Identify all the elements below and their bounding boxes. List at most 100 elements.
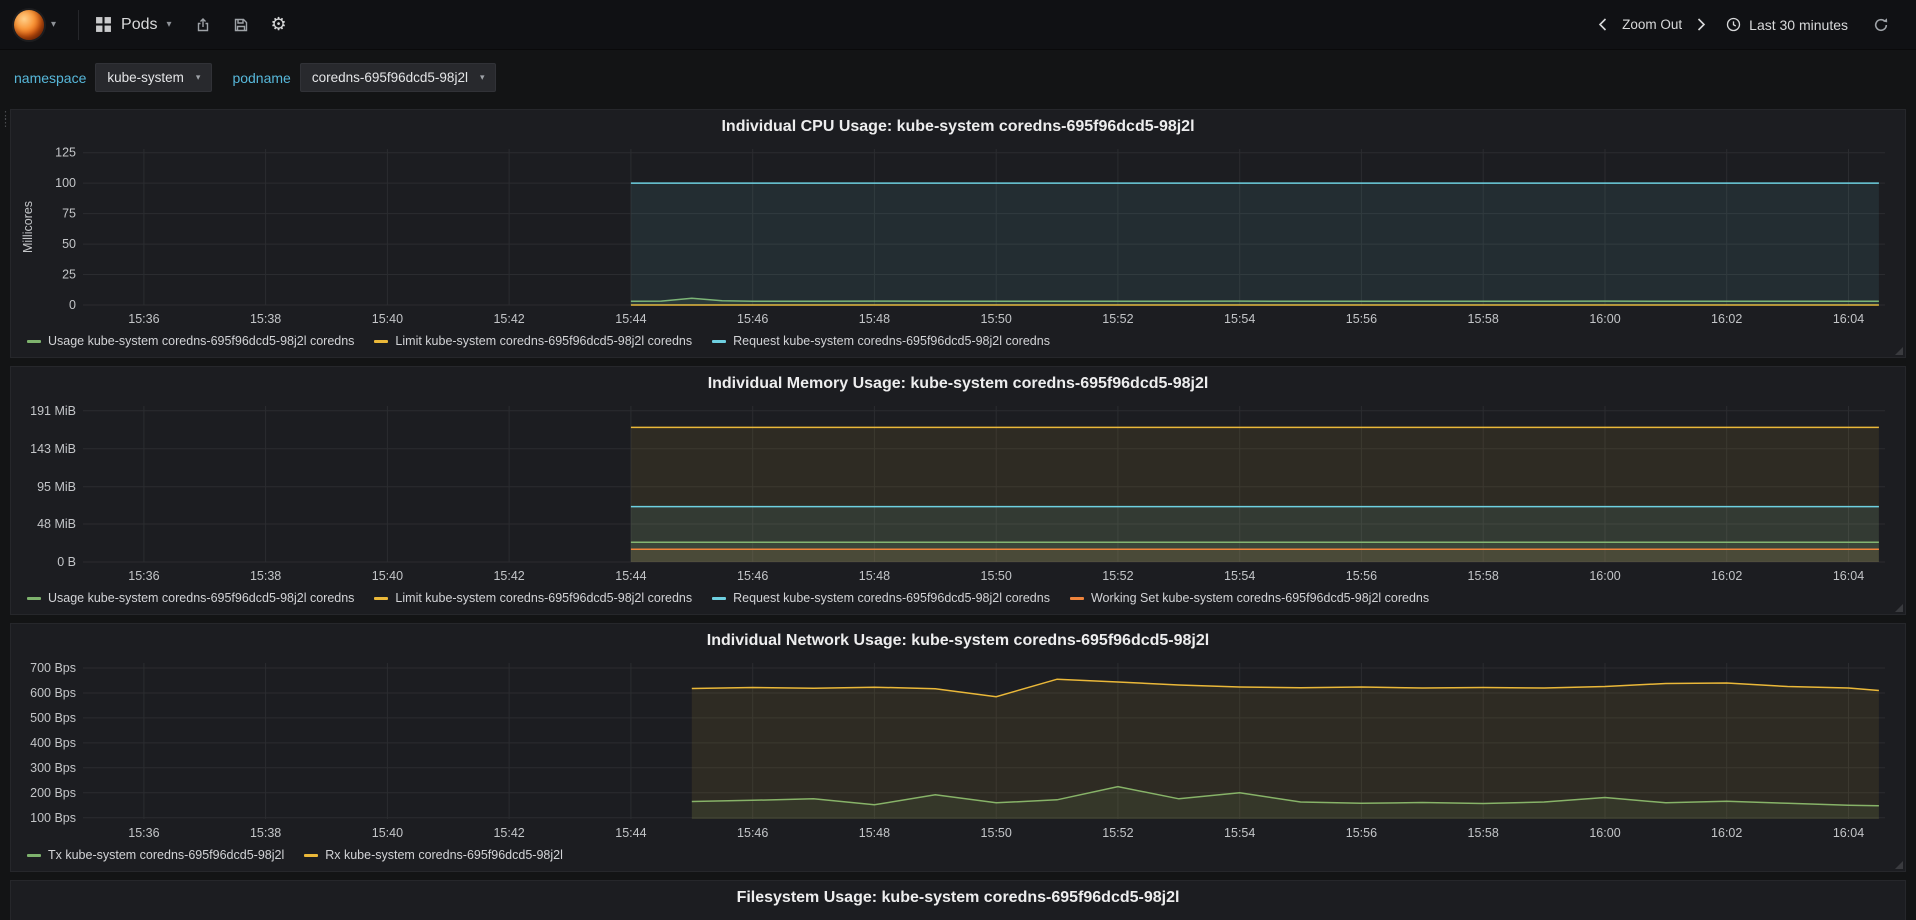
panel-cpu-usage: Individual CPU Usage: kube-system coredn…: [10, 109, 1906, 358]
svg-text:15:40: 15:40: [372, 312, 403, 326]
svg-text:15:52: 15:52: [1102, 312, 1133, 326]
legend-label: Usage kube-system coredns-695f96dcd5-98j…: [48, 591, 355, 605]
svg-text:15:48: 15:48: [859, 826, 890, 840]
time-range-label: Last 30 minutes: [1749, 16, 1848, 33]
svg-text:48 MiB: 48 MiB: [37, 517, 76, 531]
time-shift-back-button[interactable]: [1592, 18, 1613, 31]
svg-text:15:50: 15:50: [981, 569, 1012, 583]
legend-item-working-set[interactable]: Working Set kube-system coredns-695f96dc…: [1069, 591, 1430, 605]
svg-text:15:36: 15:36: [128, 312, 159, 326]
legend-item-usage[interactable]: Usage kube-system coredns-695f96dcd5-98j…: [27, 591, 354, 605]
svg-text:16:02: 16:02: [1711, 569, 1742, 583]
refresh-button[interactable]: [1862, 17, 1900, 33]
legend-item-limit[interactable]: Limit kube-system coredns-695f96dcd5-98j…: [374, 591, 692, 605]
cpu-usage-legend: Usage kube-system coredns-695f96dcd5-98j…: [19, 331, 1897, 355]
template-variables-row: namespace kube-system ▾ podname coredns-…: [0, 50, 1916, 103]
share-icon: [197, 17, 208, 31]
series-color-swatch: [374, 339, 389, 343]
svg-text:16:02: 16:02: [1711, 826, 1742, 840]
network-usage-legend: Tx kube-system coredns-695f96dcd5-98j2l R…: [19, 845, 1897, 869]
panel-title-filesystem[interactable]: Filesystem Usage: kube-system coredns-69…: [19, 885, 1897, 910]
svg-text:16:00: 16:00: [1589, 826, 1620, 840]
svg-text:0: 0: [69, 298, 76, 312]
panel-title-memory[interactable]: Individual Memory Usage: kube-system cor…: [19, 371, 1897, 396]
panel-drag-handle[interactable]: ⋮⋮ ⋮⋮: [0, 111, 19, 129]
svg-text:16:04: 16:04: [1833, 312, 1864, 326]
svg-text:15:58: 15:58: [1468, 312, 1499, 326]
series-color-swatch: [1069, 596, 1084, 600]
svg-text:16:04: 16:04: [1833, 826, 1864, 840]
time-range-button[interactable]: Last 30 minutes: [1714, 17, 1860, 33]
namespace-variable-label: namespace: [14, 69, 87, 86]
refresh-icon: [1874, 17, 1888, 31]
svg-text:15:54: 15:54: [1224, 569, 1255, 583]
time-shift-forward-button[interactable]: [1691, 18, 1712, 31]
legend-item-request[interactable]: Request kube-system coredns-695f96dcd5-9…: [712, 591, 1050, 605]
series-color-swatch: [712, 339, 727, 343]
panel-title-cpu[interactable]: Individual CPU Usage: kube-system coredn…: [19, 114, 1897, 139]
variable-podname: podname coredns-695f96dcd5-98j2l ▾: [232, 63, 497, 92]
svg-text:15:58: 15:58: [1468, 826, 1499, 840]
svg-text:Millicores: Millicores: [21, 201, 35, 253]
svg-text:15:54: 15:54: [1224, 826, 1255, 840]
cpu-usage-graph[interactable]: 0 25 50 75 100 125 15:36 15:38 15:40 15:42 15:44 15…: [19, 139, 1897, 331]
memory-usage-graph[interactable]: 0 B 48 MiB 95 MiB 143 MiB 191 MiB 15:36 15:38 1…: [19, 396, 1897, 588]
chevron-left-icon: [1598, 18, 1607, 31]
svg-text:16:00: 16:00: [1589, 569, 1620, 583]
svg-text:15:46: 15:46: [737, 312, 768, 326]
svg-text:15:48: 15:48: [859, 312, 890, 326]
series-color-swatch: [27, 596, 41, 600]
legend-label: Limit kube-system coredns-695f96dcd5-98j…: [395, 334, 693, 348]
podname-dropdown[interactable]: coredns-695f96dcd5-98j2l ▾: [299, 63, 497, 92]
svg-text:15:46: 15:46: [737, 569, 768, 583]
variable-namespace: namespace kube-system ▾: [14, 63, 213, 92]
svg-text:125: 125: [55, 146, 76, 160]
share-button[interactable]: [184, 17, 222, 33]
legend-item-limit[interactable]: Limit kube-system coredns-695f96dcd5-98j…: [374, 334, 692, 348]
panel-title-network[interactable]: Individual Network Usage: kube-system co…: [19, 628, 1897, 653]
chevron-down-icon: ▾: [51, 18, 57, 30]
time-controls: Zoom Out Last 30 minutes: [1592, 17, 1900, 33]
grafana-logo-button[interactable]: ▾: [10, 9, 66, 40]
series-color-swatch: [304, 853, 319, 857]
series-color-swatch: [27, 339, 41, 343]
legend-item-usage[interactable]: Usage kube-system coredns-695f96dcd5-98j…: [27, 334, 354, 348]
gear-icon: ⚙: [270, 14, 287, 34]
zoom-out-button[interactable]: Zoom Out: [1615, 17, 1689, 32]
legend-item-tx[interactable]: Tx kube-system coredns-695f96dcd5-98j2l: [27, 848, 284, 862]
save-button[interactable]: [222, 17, 260, 33]
svg-text:15:42: 15:42: [493, 312, 524, 326]
dashboard-title: Pods: [121, 15, 158, 33]
chevron-down-icon: ▾: [195, 72, 201, 82]
svg-text:15:44: 15:44: [615, 569, 646, 583]
chevron-down-icon: ▾: [166, 18, 172, 30]
network-usage-graph[interactable]: 100 Bps 200 Bps 300 Bps 400 Bps 500 Bps 600 B…: [19, 653, 1897, 845]
series-color-swatch: [27, 853, 41, 857]
legend-label: Request kube-system coredns-695f96dcd5-9…: [733, 334, 1050, 348]
namespace-dropdown-value: kube-system: [107, 70, 184, 85]
svg-text:15:38: 15:38: [250, 826, 281, 840]
dashboard-panels: ⋮⋮ ⋮⋮ Individual CPU Usage: kube-system c…: [0, 103, 1916, 920]
svg-text:100 Bps: 100 Bps: [30, 811, 76, 825]
settings-button[interactable]: ⚙: [260, 14, 298, 35]
filesystem-usage-graph[interactable]: [19, 910, 1897, 920]
svg-text:15:58: 15:58: [1468, 569, 1499, 583]
legend-label: Working Set kube-system coredns-695f96dc…: [1090, 591, 1430, 605]
namespace-dropdown[interactable]: kube-system ▾: [95, 63, 213, 92]
svg-text:15:50: 15:50: [981, 826, 1012, 840]
memory-usage-legend: Usage kube-system coredns-695f96dcd5-98j…: [19, 588, 1897, 612]
svg-text:15:44: 15:44: [615, 826, 646, 840]
panel-network-usage: Individual Network Usage: kube-system co…: [10, 623, 1906, 872]
svg-text:15:40: 15:40: [372, 826, 403, 840]
dashboard-picker-button[interactable]: Pods ▾: [91, 16, 184, 34]
svg-text:700 Bps: 700 Bps: [30, 661, 76, 675]
svg-text:15:56: 15:56: [1346, 312, 1377, 326]
svg-text:16:02: 16:02: [1711, 312, 1742, 326]
dashboard-grid-icon: [95, 16, 112, 33]
legend-item-rx[interactable]: Rx kube-system coredns-695f96dcd5-98j2l: [304, 848, 563, 862]
svg-text:15:42: 15:42: [493, 569, 524, 583]
svg-text:16:00: 16:00: [1589, 312, 1620, 326]
legend-item-request[interactable]: Request kube-system coredns-695f96dcd5-9…: [712, 334, 1050, 348]
svg-text:15:56: 15:56: [1346, 569, 1377, 583]
grafana-app: ▾ Pods ▾ ⚙ Zoom Out Last 30 minutes name…: [0, 0, 1916, 920]
